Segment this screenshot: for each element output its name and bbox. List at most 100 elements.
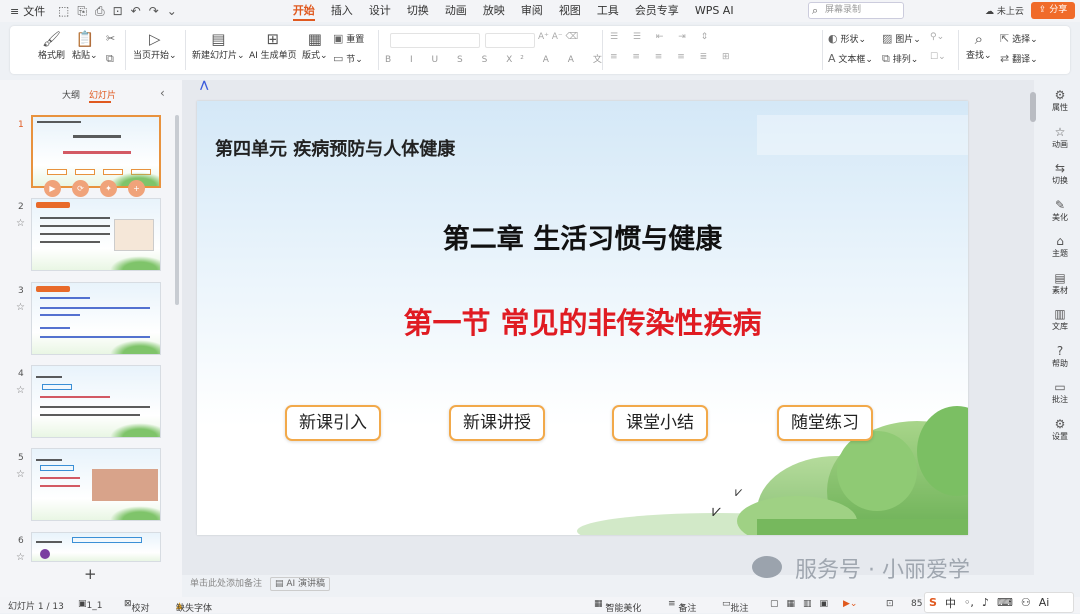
slide-canvas[interactable]: 第四单元 疾病预防与人体健康 第二章 生活习惯与健康 第一节 常见的非传染性疾病… bbox=[197, 101, 968, 535]
star-icon[interactable]: ☆ bbox=[16, 385, 25, 396]
ime-toolbar[interactable]: S 中 ◦, ♪ ⌨ ⚇ Ai bbox=[924, 592, 1074, 613]
sidebar-item-8[interactable]: ▭ 批注 bbox=[1040, 380, 1080, 405]
find-button[interactable]: ⌕ 查找⌄ bbox=[966, 30, 992, 61]
share-button[interactable]: ⇪ 分享 bbox=[1031, 2, 1075, 19]
practice-button[interactable]: 随堂练习 bbox=[777, 405, 873, 441]
format-painter-button[interactable]: 🖌 格式刷 bbox=[38, 30, 65, 61]
notes-toggle-button[interactable]: ≡ 备注 ⌄ bbox=[668, 599, 696, 614]
tab-3[interactable]: 切换 bbox=[399, 0, 437, 22]
sidebar-item-6[interactable]: ▥ 文库 bbox=[1040, 307, 1080, 332]
star-icon[interactable]: ☆ bbox=[16, 469, 25, 480]
add-icon[interactable]: + bbox=[128, 180, 145, 197]
canvas-scrollbar[interactable] bbox=[1030, 92, 1036, 122]
slide-thumbnail-4[interactable] bbox=[31, 365, 161, 438]
theme-indicator[interactable]: ▣ 1_1 bbox=[78, 599, 102, 611]
export-icon[interactable]: ⎘ bbox=[77, 4, 87, 19]
align-buttons[interactable]: ≡ ≡ ≡ ≡ ≣ ⊞ bbox=[610, 52, 736, 62]
chapter-title[interactable]: 第二章 生活习惯与健康 bbox=[197, 217, 968, 256]
sidebar-item-0[interactable]: ⚙ 属性 bbox=[1040, 88, 1080, 113]
translate-button[interactable]: ⇄ 翻译⌄ bbox=[1000, 52, 1038, 65]
ai-speech-button[interactable]: ▤ AI 演讲稿 bbox=[270, 577, 331, 591]
slide-thumbnail-1[interactable] bbox=[31, 115, 161, 188]
collapse-icon[interactable]: ‹ bbox=[160, 86, 165, 100]
panel-scrollbar[interactable] bbox=[175, 115, 179, 305]
tab-7[interactable]: 视图 bbox=[551, 0, 589, 22]
zoom-level[interactable]: 85 bbox=[911, 599, 922, 609]
select-button[interactable]: ⇱ 选择⌄ bbox=[1000, 32, 1038, 45]
new-lesson-intro-button[interactable]: 新课引入 bbox=[285, 405, 381, 441]
sidebar-item-4[interactable]: ⌂ 主题 bbox=[1040, 234, 1080, 259]
ime-ai-icon[interactable]: Ai bbox=[1039, 596, 1050, 609]
cloud-status[interactable]: ☁ 未上云 bbox=[985, 4, 1024, 17]
section-title[interactable]: 第一节 常见的非传染性疾病 bbox=[197, 300, 968, 342]
tab-0[interactable]: 开始 bbox=[285, 0, 323, 22]
ai-generate-button[interactable]: ⊞ AI 生成单页 bbox=[249, 30, 297, 61]
sidebar-item-3[interactable]: ✎ 美化 bbox=[1040, 198, 1080, 223]
file-menu[interactable]: ≡ 文件 bbox=[0, 3, 50, 19]
tab-6[interactable]: 审阅 bbox=[513, 0, 551, 22]
ime-lang-icon[interactable]: 中 bbox=[945, 595, 956, 611]
cut-button[interactable]: ✂ bbox=[106, 32, 115, 45]
comments-toggle-button[interactable]: ▭ 批注 bbox=[722, 599, 749, 614]
fit-window-icon[interactable]: ⊡ bbox=[886, 599, 894, 609]
font-family-select[interactable] bbox=[390, 33, 480, 48]
search-input[interactable]: ⌕ 屏幕录制 bbox=[808, 2, 904, 19]
slide-thumbnail-3[interactable] bbox=[31, 282, 161, 355]
animation-icon[interactable]: ✦ bbox=[100, 180, 117, 197]
new-slide-button[interactable]: ▤ 新建幻灯片⌄ bbox=[192, 30, 245, 61]
list-buttons[interactable]: ☰ ☰ ⇤ ⇥ ⇕ bbox=[610, 32, 714, 42]
star-icon[interactable]: ☆ bbox=[16, 218, 25, 229]
tab-2[interactable]: 设计 bbox=[361, 0, 399, 22]
slide-thumbnail-5[interactable] bbox=[31, 448, 161, 521]
lesson-summary-button[interactable]: 课堂小结 bbox=[612, 405, 708, 441]
ime-keyboard-icon[interactable]: ⌨ bbox=[997, 596, 1013, 609]
wps-ai-icon[interactable]: ⋀ bbox=[200, 80, 216, 94]
play-slideshow-button[interactable]: ▶⌄ bbox=[843, 599, 857, 609]
sidebar-item-7[interactable]: ? 帮助 bbox=[1040, 344, 1080, 369]
section-button[interactable]: ▭ 节⌄ bbox=[333, 52, 363, 65]
star-icon[interactable]: ☆ bbox=[16, 302, 25, 313]
layout-button[interactable]: ▦ 版式⌄ bbox=[302, 30, 328, 61]
chevron-down-icon[interactable]: ⌄ bbox=[167, 4, 177, 19]
font-style-buttons[interactable]: B I U S S X² A A 文 bbox=[385, 52, 610, 65]
tab-5[interactable]: 放映 bbox=[475, 0, 513, 22]
arrange-button[interactable]: ⧉ 排列⌄ bbox=[882, 52, 918, 66]
tab-8[interactable]: 工具 bbox=[589, 0, 627, 22]
sidebar-item-9[interactable]: ⚙ 设置 bbox=[1040, 417, 1080, 442]
transition-icon[interactable]: ⟳ bbox=[72, 180, 89, 197]
sidebar-item-5[interactable]: ▤ 素材 bbox=[1040, 271, 1080, 296]
textbox-button[interactable]: A 文本框⌄ bbox=[828, 52, 873, 65]
font-size-select[interactable] bbox=[485, 33, 535, 48]
start-current-button[interactable]: ▷ 当页开始⌄ bbox=[133, 30, 177, 61]
copy-button[interactable]: ⧉ bbox=[106, 52, 114, 66]
ime-skin-icon[interactable]: ⚇ bbox=[1021, 596, 1031, 609]
tab-outline[interactable]: 大纲 bbox=[62, 88, 80, 101]
sidebar-item-1[interactable]: ☆ 动画 bbox=[1040, 125, 1080, 150]
picture-button[interactable]: ▨ 图片⌄ bbox=[882, 32, 921, 45]
tab-9[interactable]: 会员专享 bbox=[627, 0, 687, 22]
tab-1[interactable]: 插入 bbox=[323, 0, 361, 22]
redo-icon[interactable]: ↷ bbox=[149, 4, 159, 19]
add-slide-button[interactable]: + bbox=[84, 565, 97, 583]
tab-4[interactable]: 动画 bbox=[437, 0, 475, 22]
preview-icon[interactable]: ⊡ bbox=[113, 4, 123, 19]
print-icon[interactable]: ⎙ bbox=[95, 4, 105, 19]
view-buttons[interactable]: ▢▦▥▣ bbox=[770, 599, 836, 609]
play-icon[interactable]: ▶ bbox=[44, 180, 61, 197]
slide-thumbnail-2[interactable] bbox=[31, 198, 161, 271]
tab-slides[interactable]: 幻灯片 bbox=[89, 88, 116, 101]
unit-title[interactable]: 第四单元 疾病预防与人体健康 bbox=[215, 135, 455, 161]
font-grow-icons[interactable]: A⁺ A⁻ ⌫ bbox=[538, 32, 578, 42]
undo-icon[interactable]: ↶ bbox=[131, 4, 141, 19]
outline-button[interactable]: ☐⌄ bbox=[930, 52, 946, 62]
star-icon[interactable]: ☆ bbox=[16, 552, 25, 563]
shape-button[interactable]: ◐ 形状⌄ bbox=[828, 32, 866, 45]
ime-punct-icon[interactable]: ◦, bbox=[964, 596, 974, 609]
slide-thumbnail-6[interactable] bbox=[31, 532, 161, 562]
smart-beautify-button[interactable]: ▦ 智能美化 ⌄ bbox=[594, 599, 641, 614]
paste-button[interactable]: 📋 粘贴⌄ bbox=[72, 30, 98, 61]
save-icon[interactable]: ⬚ bbox=[58, 4, 69, 19]
lesson-teaching-button[interactable]: 新课讲授 bbox=[449, 405, 545, 441]
proofread-button[interactable]: ⊠ 校对 bbox=[124, 599, 150, 614]
reset-button[interactable]: ▣ 重置 bbox=[333, 32, 364, 45]
